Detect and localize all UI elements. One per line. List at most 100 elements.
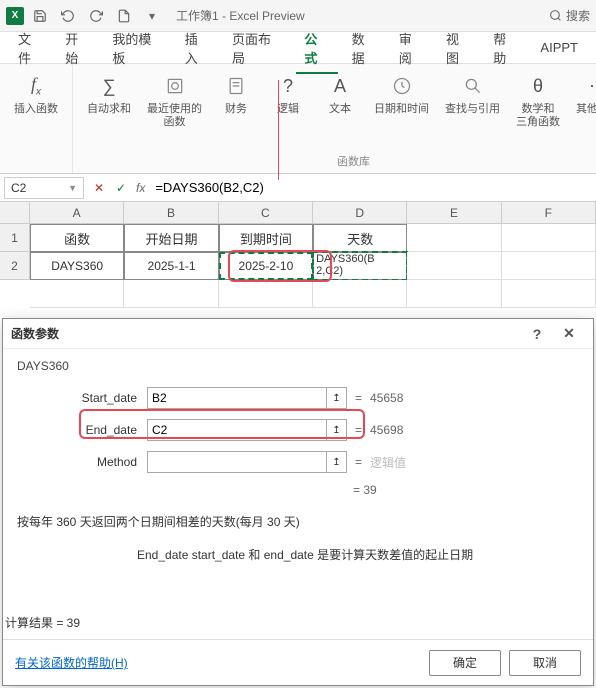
lookup-icon [459,72,487,100]
help-icon[interactable]: ? [521,320,553,348]
cell-D1[interactable]: 天数 [313,224,407,252]
ribbon-tabs: 文件开始我的模板插入页面布局公式数据审阅视图帮助AIPPT [0,32,596,64]
cell-D2[interactable]: DAYS360(B 2,C2) [313,252,407,280]
cell-B3[interactable] [124,280,218,308]
cell-E3[interactable] [407,280,501,308]
financial-icon [222,72,250,100]
cell-F1[interactable] [502,224,596,252]
method-input[interactable] [147,451,327,473]
param-label: Method [17,455,147,469]
search-box[interactable]: 搜索 [549,7,590,24]
parameter-description: End_date start_date 和 end_date 是要计算天数差值的… [17,546,579,563]
cell-C1[interactable]: 到期时间 [219,224,313,252]
table-row [30,280,596,308]
math-button[interactable]: θ数学和 三角函数 [512,70,564,131]
select-all-corner[interactable] [0,202,30,224]
sigma-icon: ∑ [95,72,123,100]
insert-function-button[interactable]: fx 插入函数 [10,70,62,118]
cells: 函数 开始日期 到期时间 天数 DAYS360 2025-1-1 2025-2-… [30,224,596,308]
function-arguments-dialog: 函数参数 ? ✕ DAYS360 Start_date ↥ = 45658 En… [2,318,594,686]
column-header-C[interactable]: C [219,202,313,224]
dialog-body: DAYS360 Start_date ↥ = 45658 End_date ↥ … [3,349,593,639]
column-header-A[interactable]: A [30,202,124,224]
window-title: 工作簿1 - Excel Preview [176,7,305,24]
param-result: 逻辑值 [370,454,406,471]
name-box[interactable]: C2▼ [4,177,84,199]
lookup-button[interactable]: 查找与引用 [441,70,504,118]
column-header-D[interactable]: D [313,202,407,224]
ribbon-group-insert-fn: fx 插入函数 [0,64,73,173]
confirm-formula-icon[interactable]: ✓ [110,177,132,199]
cell-A3[interactable] [30,280,124,308]
range-picker-icon[interactable]: ↥ [327,419,347,441]
formula-bar: C2▼ ✕ ✓ fx [0,174,596,202]
column-header-F[interactable]: F [502,202,596,224]
tab-AIPPT[interactable]: AIPPT [530,34,588,61]
spreadsheet-grid[interactable]: ABCDEF 12 函数 开始日期 到期时间 天数 DAYS360 2025-1… [0,202,596,326]
cell-B1[interactable]: 开始日期 [124,224,218,252]
table-row: DAYS360 2025-1-1 2025-2-10 DAYS360(B 2,C… [30,252,596,280]
function-description: 按每年 360 天返回两个日期间相差的天数(每月 30 天) [17,513,579,532]
function-help-link[interactable]: 有关该函数的帮助(H) [15,654,128,671]
app-icon: X [6,7,24,25]
text-button[interactable]: A文本 [318,70,362,118]
cell-D3[interactable] [313,280,407,308]
search-label: 搜索 [566,7,590,24]
clock-icon [388,72,416,100]
param-label: End_date [17,423,147,437]
row-header-2[interactable]: 2 [0,252,30,280]
dialog-titlebar[interactable]: 函数参数 ? ✕ [3,319,593,349]
fx-icon: fx [22,72,50,100]
cell-B2[interactable]: 2025-1-1 [124,252,218,280]
cancel-formula-icon[interactable]: ✕ [88,177,110,199]
row-header-1[interactable]: 1 [0,224,30,252]
param-result: 45658 [370,391,403,405]
param-row-start-date: Start_date ↥ = 45658 [17,387,579,409]
cell-C3[interactable] [219,280,313,308]
recent-icon [161,72,189,100]
tab-公式[interactable]: 公式 [294,23,339,73]
datetime-button[interactable]: 日期和时间 [370,70,433,118]
end-date-input[interactable] [147,419,327,441]
calculation-result: 计算结果 = 39 [5,614,80,631]
param-row-end-date: End_date ↥ = 45698 [17,419,579,441]
range-picker-icon[interactable]: ↥ [327,387,347,409]
ribbon-group-function-library: ∑自动求和 最近使用的 函数 财务 ?逻辑 A文本 日期和时间 查找与引用 θ数… [73,64,596,173]
cell-F3[interactable] [502,280,596,308]
search-icon [549,9,562,22]
logical-icon: ? [274,72,302,100]
function-name: DAYS360 [17,359,579,373]
table-row: 函数 开始日期 到期时间 天数 [30,224,596,252]
ok-button[interactable]: 确定 [429,650,501,676]
cancel-button[interactable]: 取消 [509,650,581,676]
cell-E2[interactable] [407,252,501,280]
row-headers: 12 [0,224,30,280]
financial-button[interactable]: 财务 [214,70,258,118]
autosum-button[interactable]: ∑自动求和 [83,70,135,118]
param-result: 45698 [370,423,403,437]
cell-E1[interactable] [407,224,501,252]
group-label: 函数库 [337,151,370,171]
ribbon: fx 插入函数 ∑自动求和 最近使用的 函数 财务 ?逻辑 A文本 日期和时间 … [0,64,596,174]
range-picker-icon[interactable]: ↥ [327,451,347,473]
start-date-input[interactable] [147,387,327,409]
formula-input[interactable] [149,177,596,199]
param-row-method: Method ↥ = 逻辑值 [17,451,579,473]
cell-F2[interactable] [502,252,596,280]
column-headers: ABCDEF [30,202,596,224]
cell-C2[interactable]: 2025-2-10 [219,252,313,280]
other-functions-button[interactable]: ⋯其他函数 [572,70,596,118]
dialog-title: 函数参数 [11,325,59,342]
param-label: Start_date [17,391,147,405]
recent-functions-button[interactable]: 最近使用的 函数 [143,70,206,131]
column-header-B[interactable]: B [124,202,218,224]
theta-icon: θ [524,72,552,100]
interim-result: = 39 [17,483,579,497]
column-header-E[interactable]: E [407,202,501,224]
logical-button[interactable]: ?逻辑 [266,70,310,118]
fx-icon[interactable]: fx [132,181,149,195]
close-icon[interactable]: ✕ [553,320,585,348]
cell-A2[interactable]: DAYS360 [30,252,124,280]
dialog-footer: 有关该函数的帮助(H) 确定 取消 [3,639,593,685]
cell-A1[interactable]: 函数 [30,224,124,252]
